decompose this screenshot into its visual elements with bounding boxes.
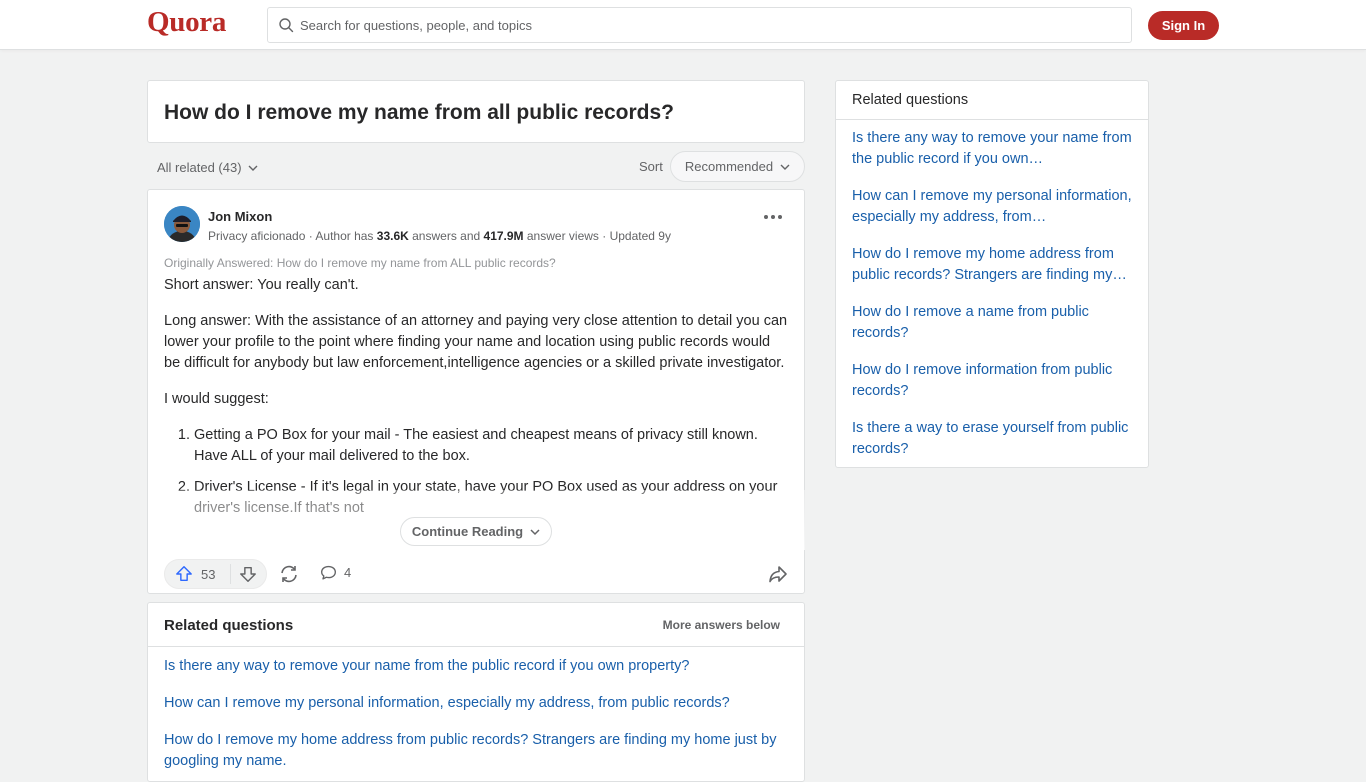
search-icon <box>279 18 294 33</box>
comment-count: 4 <box>344 565 352 580</box>
chevron-down-icon <box>780 164 790 170</box>
more-dot-icon <box>771 215 775 219</box>
answer-filter-bar: All related (43) Sort Recommended <box>147 150 805 184</box>
sort-label: Sort <box>639 159 663 174</box>
sidebar-question-link[interactable]: How can I remove my personal information… <box>852 186 1132 228</box>
more-answers-below[interactable]: More answers below <box>663 618 780 632</box>
upvote-icon <box>176 566 192 582</box>
related-questions-list: Is there any way to remove your name fro… <box>148 647 804 772</box>
search-input[interactable] <box>300 17 1100 33</box>
answer-paragraph: Short answer: You really can't. <box>164 277 359 293</box>
downvote-button[interactable] <box>231 560 266 588</box>
question-title: How do I remove my name from all public … <box>164 101 674 124</box>
related-question-link[interactable]: How can I remove my personal information… <box>164 693 788 714</box>
sort-value: Recommended <box>684 159 774 174</box>
sidebar-question-link[interactable]: Is there a way to erase yourself from pu… <box>852 418 1132 460</box>
upvote-button[interactable]: 53 <box>165 560 230 588</box>
chevron-down-icon <box>530 528 540 535</box>
credential-text: answer views · Updated 9y <box>523 229 671 243</box>
answer-paragraph: Long answer: With the assistance of an a… <box>164 313 788 371</box>
author-avatar[interactable] <box>164 206 200 242</box>
sidebar-related-questions: Related questions Is there any way to re… <box>835 80 1149 468</box>
quora-logo[interactable]: Quora <box>147 6 226 39</box>
answers-count: 33.6K <box>376 229 409 243</box>
reshare-icon[interactable] <box>278 564 300 584</box>
sidebar-question-link[interactable]: How do I remove my home address from pub… <box>852 244 1132 286</box>
comment-icon <box>321 565 336 580</box>
credential-text: answers and <box>408 229 484 243</box>
sidebar-question-link[interactable]: How do I remove information from public … <box>852 360 1132 402</box>
more-options-button[interactable] <box>760 207 786 227</box>
answer-actions: 53 4 <box>164 559 790 589</box>
related-questions-header: Related questions More answers below <box>148 603 804 647</box>
continue-reading-button[interactable]: Continue Reading <box>400 517 552 546</box>
related-question-link[interactable]: How do I remove my home address from pub… <box>164 730 788 772</box>
downvote-icon <box>240 566 257 582</box>
top-navigation-bar: Quora Sign In <box>0 0 1366 50</box>
continue-reading-label: Continue Reading <box>411 524 524 539</box>
answer-paragraph: I would suggest: <box>164 391 269 407</box>
more-dot-icon <box>764 215 768 219</box>
comments-button[interactable]: 4 <box>320 564 351 581</box>
question-card: How do I remove my name from all public … <box>147 80 805 143</box>
author-credentials: Privacy aficionado · Author has 33.6K an… <box>208 229 671 243</box>
related-questions-title: Related questions <box>164 617 294 634</box>
search-box[interactable] <box>267 7 1132 43</box>
answer-list-item: Getting a PO Box for your mail - The eas… <box>194 425 790 467</box>
upvote-count: 53 <box>201 566 216 582</box>
sidebar-header: Related questions <box>836 81 1148 120</box>
more-dot-icon <box>778 215 782 219</box>
all-related-dropdown[interactable]: All related (43) <box>157 160 258 175</box>
credential-text: Privacy aficionado · Author has <box>208 229 377 243</box>
related-questions-card: Related questions More answers below Is … <box>147 602 805 782</box>
sidebar-question-link[interactable]: How do I remove a name from public recor… <box>852 302 1132 344</box>
vote-pill: 53 <box>164 559 267 589</box>
all-related-label: All related (43) <box>157 160 242 175</box>
sidebar-title: Related questions <box>852 92 969 108</box>
sidebar-list: Is there any way to remove your name fro… <box>836 120 1148 460</box>
chevron-down-icon <box>248 165 258 171</box>
views-count: 417.9M <box>483 229 524 243</box>
originally-answered[interactable]: Originally Answered: How do I remove my … <box>164 256 556 270</box>
share-icon[interactable] <box>768 564 788 584</box>
avatar-image-icon <box>164 206 200 242</box>
sidebar-question-link[interactable]: Is there any way to remove your name fro… <box>852 128 1132 170</box>
sort-dropdown[interactable]: Recommended <box>670 151 805 182</box>
sign-in-button[interactable]: Sign In <box>1148 11 1219 40</box>
author-name[interactable]: Jon Mixon <box>208 209 272 224</box>
related-question-link[interactable]: Is there any way to remove your name fro… <box>164 656 788 677</box>
answer-card: Jon Mixon Privacy aficionado · Author ha… <box>147 189 805 594</box>
